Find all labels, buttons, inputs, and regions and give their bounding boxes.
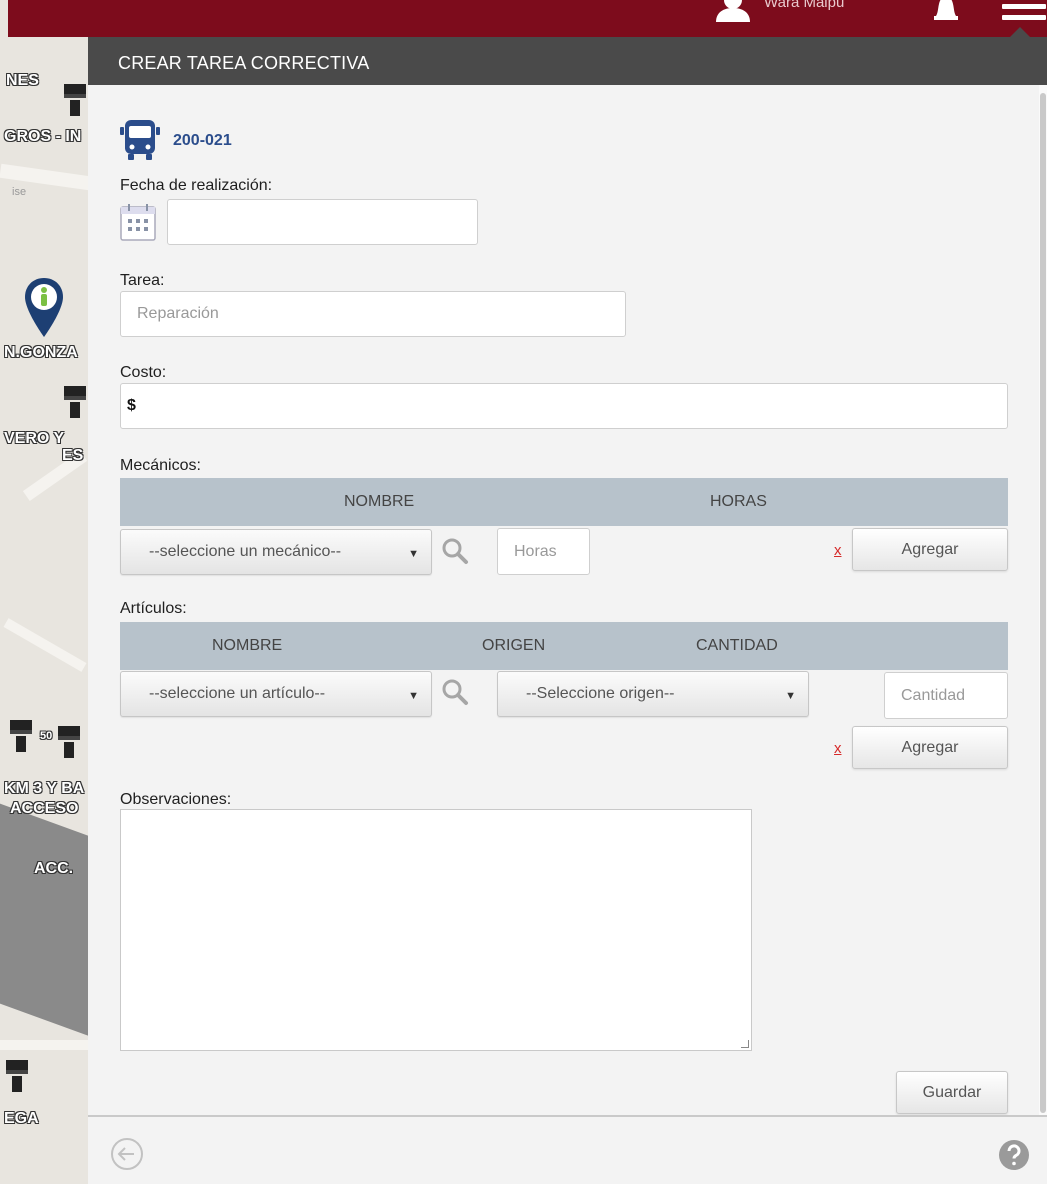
panel-content: 200-021 Fecha de realización: Tarea: Rep… bbox=[88, 85, 1038, 1115]
origen-select[interactable]: --Seleccione origen-- ▼ bbox=[497, 671, 809, 717]
map-label: ES bbox=[62, 447, 84, 464]
bell-icon[interactable] bbox=[928, 0, 964, 24]
panel-scrollbar[interactable] bbox=[1039, 85, 1047, 1115]
store-marker-icon[interactable] bbox=[8, 718, 34, 754]
horas-input[interactable]: Horas bbox=[497, 528, 590, 575]
guardar-button[interactable]: Guardar bbox=[896, 1071, 1008, 1114]
articulo-select-value: --seleccione un artículo-- bbox=[149, 685, 326, 702]
origen-select-value: --Seleccione origen-- bbox=[526, 685, 675, 702]
cantidad-input[interactable]: Cantidad bbox=[884, 672, 1008, 719]
search-icon[interactable] bbox=[441, 678, 469, 706]
mecanico-select-value: --seleccione un mecánico-- bbox=[149, 543, 342, 560]
remove-mecanico-link[interactable]: x bbox=[834, 542, 842, 559]
store-marker-icon[interactable] bbox=[62, 384, 88, 420]
column-header-origen: ORIGEN bbox=[482, 637, 546, 654]
map-label: EGA bbox=[4, 1110, 39, 1127]
map-label: ACCESO bbox=[10, 800, 79, 817]
panel-title: CREAR TAREA CORRECTIVA bbox=[88, 37, 1047, 85]
map-label: ACC. bbox=[34, 860, 74, 877]
mecanicos-label: Mecánicos: bbox=[120, 457, 201, 474]
map-label: KM 3 Y BA bbox=[4, 780, 85, 797]
remove-articulo-link[interactable]: x bbox=[834, 740, 842, 757]
map-label: VERO Y bbox=[4, 430, 65, 447]
scrollbar-thumb[interactable] bbox=[1040, 93, 1046, 1113]
person-icon[interactable] bbox=[714, 0, 752, 22]
observaciones-label: Observaciones: bbox=[120, 791, 232, 808]
store-marker-icon[interactable] bbox=[62, 82, 88, 118]
fecha-label: Fecha de realización: bbox=[120, 177, 273, 194]
tarea-label: Tarea: bbox=[120, 272, 165, 289]
observaciones-textarea[interactable] bbox=[120, 809, 752, 1051]
map-label: NES bbox=[6, 72, 39, 89]
panel-footer bbox=[88, 1115, 1047, 1184]
panel-pointer-caret bbox=[1010, 27, 1030, 37]
articulos-table-header: NOMBRE ORIGEN CANTIDAD bbox=[120, 622, 1008, 670]
mecanicos-table-header: NOMBRE HORAS bbox=[120, 478, 1008, 526]
dropdown-arrow-icon: ▼ bbox=[408, 548, 419, 560]
help-icon[interactable] bbox=[998, 1139, 1030, 1171]
fecha-input[interactable] bbox=[167, 199, 478, 245]
dropdown-arrow-icon: ▼ bbox=[408, 690, 419, 702]
currency-symbol: $ bbox=[127, 397, 136, 414]
mecanico-select[interactable]: --seleccione un mecánico-- ▼ bbox=[120, 529, 432, 575]
agregar-mecanico-button[interactable]: Agregar bbox=[852, 528, 1008, 571]
person-location-pin-icon[interactable] bbox=[22, 276, 66, 340]
store-marker-icon[interactable] bbox=[56, 724, 82, 760]
dropdown-arrow-icon: ▼ bbox=[785, 690, 796, 702]
top-bar: Wara Maipu bbox=[8, 0, 1047, 37]
costo-input[interactable]: $ bbox=[120, 383, 1008, 429]
resize-handle-icon[interactable] bbox=[741, 1040, 749, 1048]
column-header-nombre: NOMBRE bbox=[212, 637, 283, 654]
column-header-cantidad: CANTIDAD bbox=[696, 637, 778, 654]
map-label: 50 bbox=[40, 730, 53, 742]
create-task-panel: CREAR TAREA CORRECTIVA 200-021 Fecha de … bbox=[88, 37, 1047, 1184]
map-street-label: ise bbox=[12, 186, 27, 198]
search-icon[interactable] bbox=[441, 537, 469, 565]
bus-icon bbox=[120, 120, 160, 160]
agregar-articulo-button[interactable]: Agregar bbox=[852, 726, 1008, 769]
map-label: GROS - IN bbox=[4, 128, 82, 145]
column-header-nombre: NOMBRE bbox=[344, 493, 415, 510]
tarea-input[interactable]: Reparación bbox=[120, 291, 626, 337]
articulos-label: Artículos: bbox=[120, 600, 187, 617]
column-header-horas: HORAS bbox=[710, 493, 767, 510]
map-label: N.GONZA bbox=[4, 344, 78, 361]
hamburger-menu-icon[interactable] bbox=[1002, 4, 1046, 26]
vehicle-code[interactable]: 200-021 bbox=[173, 132, 232, 150]
back-arrow-icon[interactable] bbox=[110, 1137, 144, 1171]
user-name[interactable]: Wara Maipu bbox=[764, 0, 862, 11]
calendar-icon[interactable] bbox=[120, 203, 156, 241]
costo-label: Costo: bbox=[120, 364, 167, 381]
articulo-select[interactable]: --seleccione un artículo-- ▼ bbox=[120, 671, 432, 717]
store-marker-icon[interactable] bbox=[4, 1058, 30, 1094]
